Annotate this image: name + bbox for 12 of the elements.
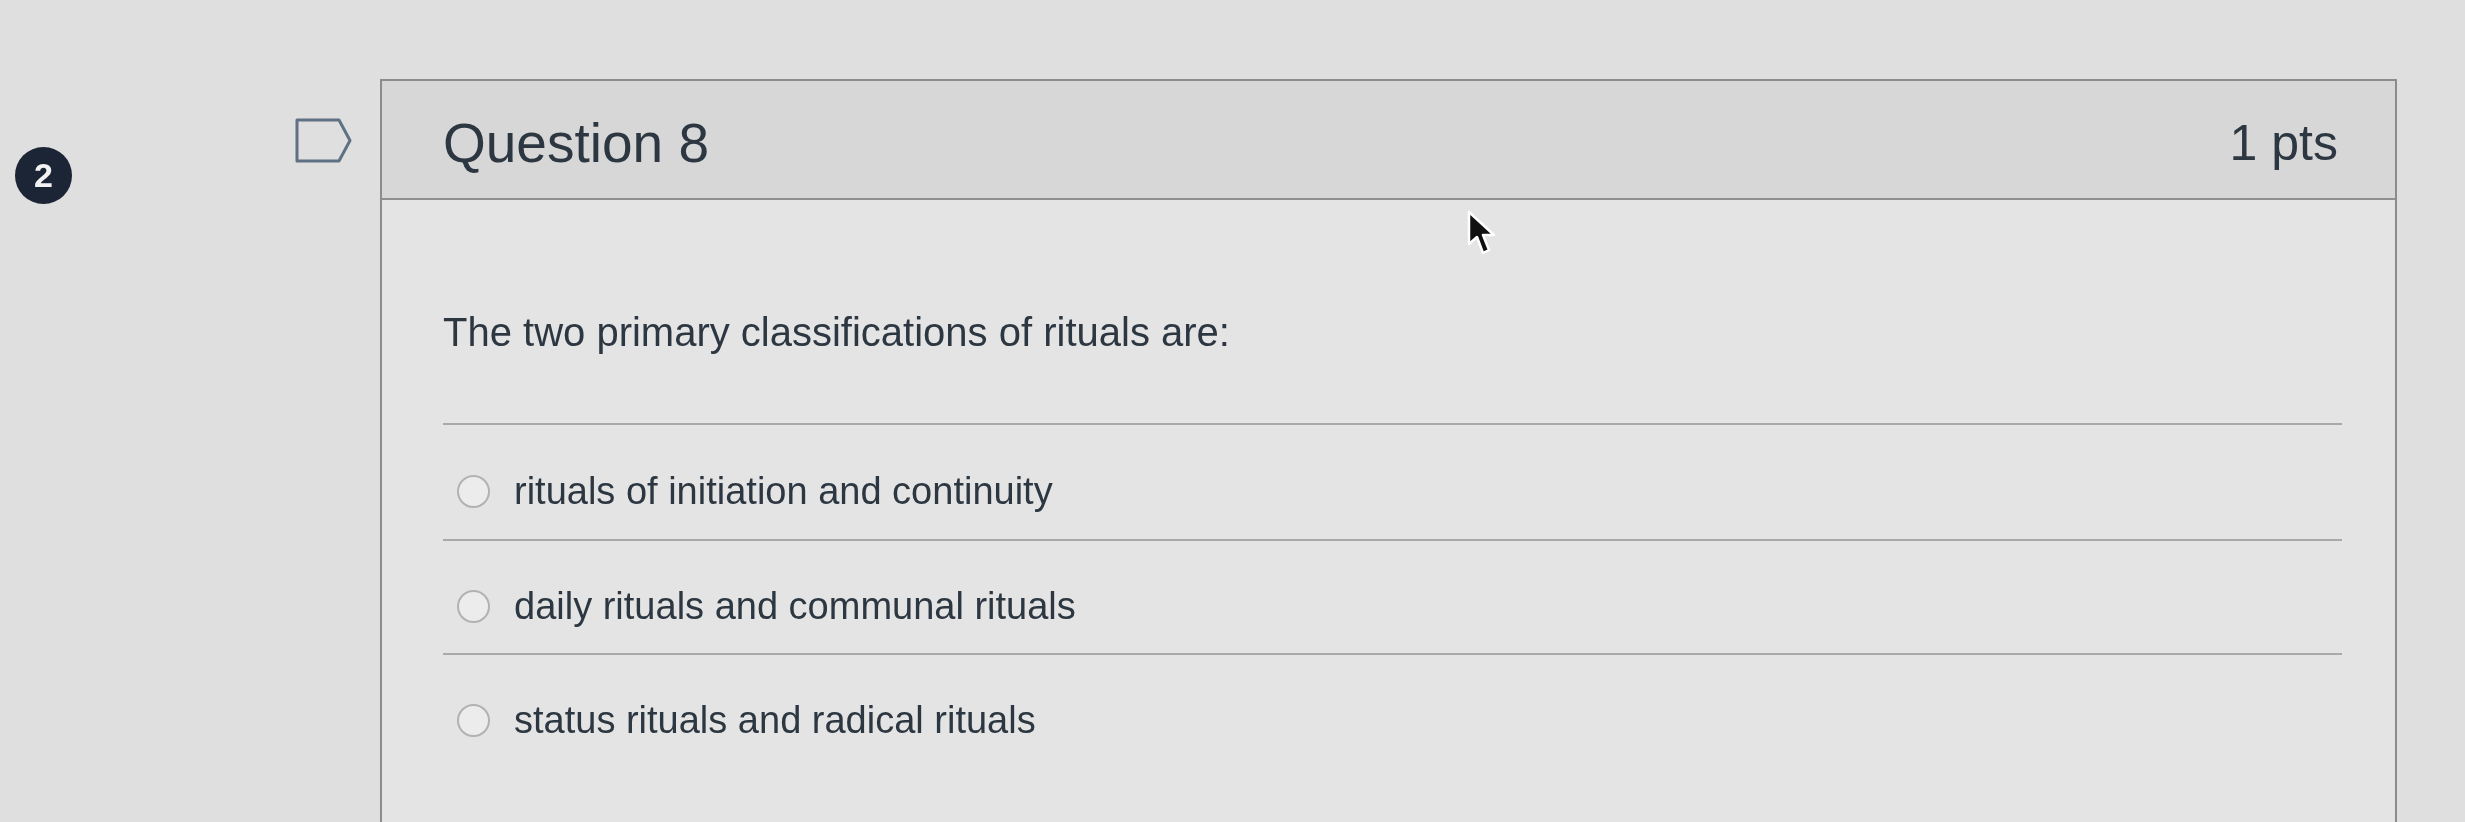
answer-label[interactable]: status rituals and radical rituals <box>514 697 1036 743</box>
radio-button[interactable] <box>457 589 490 623</box>
radio-button[interactable] <box>457 703 490 737</box>
radio-button[interactable] <box>457 474 490 508</box>
flag-icon[interactable] <box>295 118 352 163</box>
points-label: 1 pts <box>2229 113 2338 173</box>
answer-label[interactable]: daily rituals and communal rituals <box>514 583 1076 629</box>
answer-label[interactable]: rituals of initiation and continuity <box>514 468 1053 514</box>
question-text: The two primary classifications of rituals are: <box>443 309 1231 356</box>
mouse-pointer-icon <box>1466 210 1496 256</box>
question-title: Question 8 <box>443 110 709 175</box>
number-badge: 2 <box>15 147 72 204</box>
